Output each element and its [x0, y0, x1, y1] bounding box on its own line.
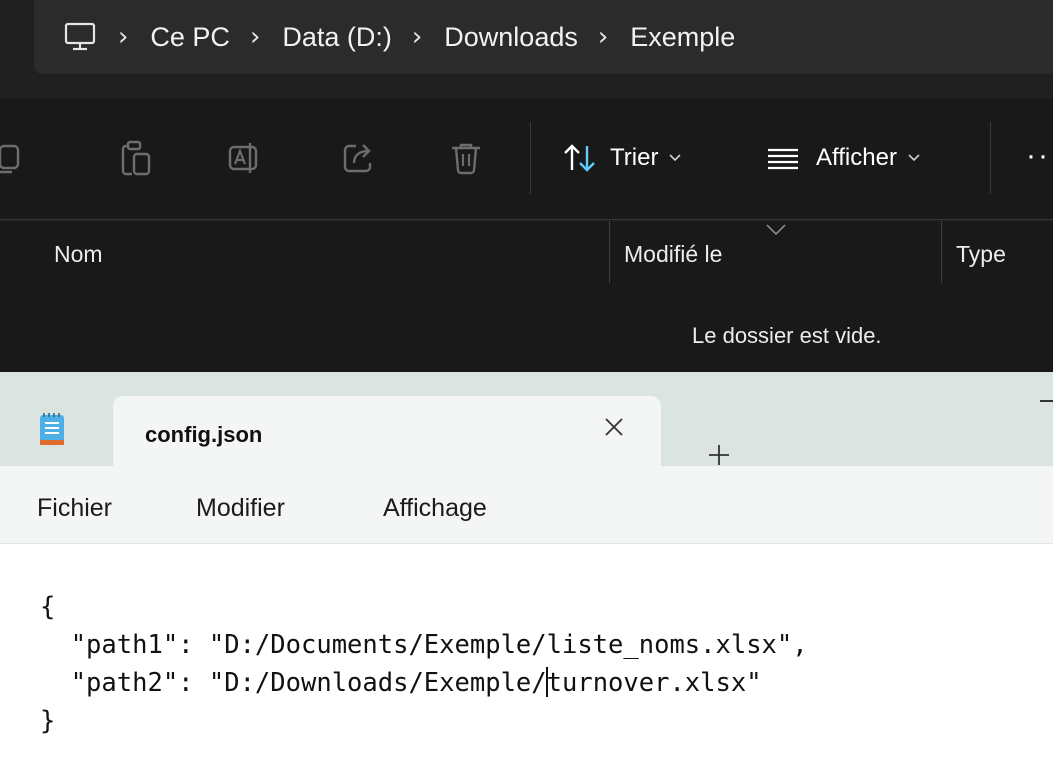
- sort-arrows-icon: [562, 142, 598, 174]
- breadcrumb-exemple[interactable]: Exemple: [630, 22, 735, 53]
- column-type[interactable]: Type: [956, 241, 1006, 268]
- rename-icon[interactable]: [222, 136, 266, 180]
- column-header: Nom Modifié le Type: [0, 221, 1053, 293]
- chevron-right-icon[interactable]: ›: [250, 22, 260, 52]
- code-line-3-before-cursor: "path2": "D:/Downloads/Exemple/: [40, 668, 547, 698]
- tab-strip: config.json: [0, 372, 1053, 466]
- view-lines-icon: [766, 146, 800, 170]
- more-options-icon[interactable]: ··: [1026, 141, 1050, 171]
- code-line-3: "path2": "D:/Downloads/Exemple/turnover.…: [40, 667, 762, 698]
- menu-bar: Fichier Modifier Affichage: [0, 466, 1053, 544]
- column-separator[interactable]: [941, 221, 942, 283]
- toolbar-divider: [990, 122, 991, 194]
- view-button[interactable]: Afficher: [766, 136, 921, 180]
- breadcrumb-data-drive[interactable]: Data (D:): [282, 22, 392, 53]
- delete-icon[interactable]: [444, 136, 488, 180]
- chevron-right-icon[interactable]: ›: [598, 22, 608, 52]
- sort-button[interactable]: Trier: [562, 136, 682, 180]
- breadcrumb-this-pc[interactable]: Ce PC: [150, 22, 230, 53]
- file-list[interactable]: Le dossier est vide.: [0, 293, 1053, 372]
- tab-config-json[interactable]: config.json: [113, 396, 661, 466]
- tab-title: config.json: [145, 422, 263, 447]
- address-bar[interactable]: › Ce PC › Data (D:) › Downloads › Exempl…: [34, 0, 1053, 74]
- chevron-right-icon[interactable]: ›: [412, 22, 422, 52]
- notepad-window: config.json Fichier Modifier Affichage {…: [0, 372, 1053, 765]
- menu-view[interactable]: Affichage: [383, 494, 487, 523]
- column-modified[interactable]: Modifié le: [624, 241, 722, 268]
- chevron-down-icon: [669, 154, 682, 162]
- file-explorer-window: › Ce PC › Data (D:) › Downloads › Exempl…: [0, 0, 1053, 372]
- share-icon[interactable]: [336, 136, 380, 180]
- copy-icon[interactable]: [0, 136, 26, 180]
- close-icon[interactable]: [601, 414, 627, 440]
- code-line-1: {: [40, 592, 56, 622]
- chevron-right-icon[interactable]: ›: [118, 22, 128, 52]
- chevron-down-icon: [908, 154, 920, 162]
- text-editor[interactable]: { "path1": "D:/Documents/Exemple/liste_n…: [0, 544, 1053, 765]
- code-line-3-after-cursor: turnover.xlsx": [546, 668, 762, 698]
- menu-edit[interactable]: Modifier: [196, 494, 285, 523]
- this-pc-icon[interactable]: [64, 17, 98, 57]
- column-separator[interactable]: [609, 221, 610, 283]
- code-line-2: "path1": "D:/Documents/Exemple/liste_nom…: [40, 630, 808, 660]
- empty-folder-message: Le dossier est vide.: [692, 323, 882, 348]
- column-name[interactable]: Nom: [54, 241, 103, 268]
- breadcrumb-downloads[interactable]: Downloads: [444, 22, 578, 53]
- paste-icon[interactable]: [114, 136, 158, 180]
- code-line-4: }: [40, 706, 56, 736]
- minimize-icon[interactable]: [1040, 400, 1053, 402]
- plus-icon[interactable]: [706, 442, 732, 468]
- view-label: Afficher: [816, 144, 897, 171]
- editor-content[interactable]: { "path1": "D:/Documents/Exemple/liste_n…: [40, 588, 808, 740]
- sort-label: Trier: [610, 144, 659, 171]
- sort-descending-icon: [766, 224, 786, 235]
- command-bar: Trier Afficher ··: [0, 98, 1053, 220]
- notepad-app-icon: [39, 412, 65, 451]
- menu-file[interactable]: Fichier: [37, 494, 112, 523]
- toolbar-divider: [530, 122, 531, 194]
